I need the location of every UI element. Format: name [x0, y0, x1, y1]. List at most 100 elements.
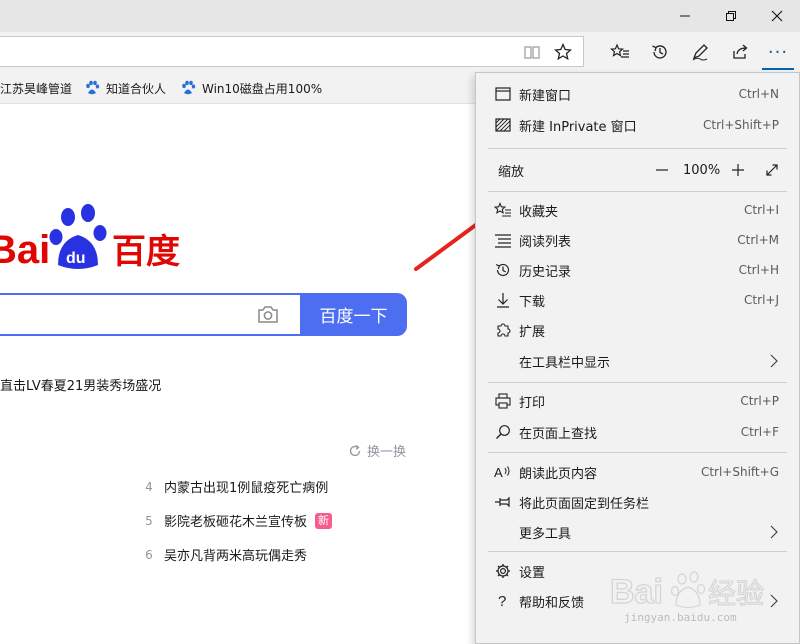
menu-shortcut: Ctrl+M — [737, 233, 779, 247]
menu-item-show-in-toolbar[interactable]: 在工具栏中显示 — [476, 346, 799, 376]
menu-divider — [488, 551, 787, 552]
menu-divider — [488, 191, 787, 192]
menu-label: 朗读此页内容 — [519, 466, 598, 482]
baidu-logo[interactable]: Bai du 百度 — [0, 197, 188, 277]
reading-view-icon — [524, 46, 540, 59]
svg-text:A: A — [494, 465, 503, 480]
read-aloud-icon: A — [494, 465, 510, 480]
close-icon — [771, 10, 783, 22]
hot-rank: 5 — [145, 513, 153, 528]
menu-item-favorites[interactable]: 收藏夹 Ctrl+I — [476, 195, 799, 225]
svg-text:Bai: Bai — [610, 573, 663, 611]
menu-item-extensions[interactable]: 扩展 — [476, 315, 799, 345]
menu-shortcut: Ctrl+H — [738, 263, 779, 277]
history-icon — [652, 45, 667, 59]
printer-icon — [495, 393, 511, 409]
restore-button[interactable] — [708, 0, 754, 32]
baidu-jingyan-watermark: Bai 经验 — [610, 571, 765, 612]
menu-label: 下载 — [519, 294, 546, 310]
favorites-list-icon — [494, 202, 511, 217]
menu-item-find-on-page[interactable]: 在页面上查找 Ctrl+F — [476, 417, 799, 447]
settings-more-menu: 新建窗口 Ctrl+N 新建 InPrivate 窗口 Ctrl+Shift+P… — [475, 72, 800, 644]
favorite-link[interactable]: 知道合伙人 — [84, 72, 166, 104]
hot-rank: 6 — [145, 547, 153, 562]
svg-text:?: ? — [498, 593, 506, 609]
menu-label: 历史记录 — [519, 264, 572, 280]
hot-title: 内蒙古出现1例鼠疫死亡病例 — [164, 481, 329, 496]
favorite-label: 江苏昊峰管道 — [0, 81, 73, 96]
new-badge: 新 — [315, 512, 333, 529]
menu-item-history[interactable]: 历史记录 Ctrl+H — [476, 255, 799, 285]
svg-text:经验: 经验 — [708, 577, 764, 610]
menu-item-reading-list[interactable]: 阅读列表 Ctrl+M — [476, 225, 799, 255]
menu-label: 更多工具 — [519, 526, 572, 542]
help-icon: ? — [498, 593, 506, 609]
hot-title: 吴亦凡背两米高玩偶走秀 — [164, 549, 308, 564]
favorite-label: Win10磁盘占用100% — [202, 81, 323, 96]
minimize-icon — [680, 15, 690, 17]
menu-item-downloads[interactable]: 下载 Ctrl+J — [476, 285, 799, 315]
menu-item-read-aloud[interactable]: A 朗读此页内容 Ctrl+Shift+G — [476, 457, 799, 487]
svg-text:百度: 百度 — [112, 232, 180, 272]
chevron-right-icon — [770, 354, 778, 368]
svg-text:Bai: Bai — [0, 228, 50, 272]
menu-item-more-tools[interactable]: 更多工具 — [476, 517, 799, 547]
puzzle-icon — [497, 323, 511, 337]
menu-label: 扩展 — [519, 324, 546, 340]
favorites-hub-button[interactable] — [600, 32, 640, 72]
menu-shortcut: Ctrl+Shift+G — [700, 465, 779, 479]
address-bar[interactable] — [0, 36, 584, 67]
refresh-label: 换一换 — [367, 445, 407, 460]
reading-list-icon — [495, 234, 511, 248]
news-headline-link[interactable]: 直击LV春夏21男装秀场盛况 — [0, 375, 161, 394]
hot-list-item[interactable]: 4 内蒙古出现1例鼠疫死亡病例 — [142, 477, 329, 497]
menu-label: 在工具栏中显示 — [519, 355, 611, 371]
menu-item-new-window[interactable]: 新建窗口 Ctrl+N — [476, 79, 799, 109]
more-dots-icon: ··· — [767, 41, 789, 63]
baidu-search-button[interactable]: 百度一下 — [300, 293, 407, 336]
menu-label: 新建窗口 — [519, 88, 572, 104]
baidu-paw-icon — [86, 80, 100, 95]
chevron-right-icon — [770, 525, 778, 539]
hot-list-item[interactable]: 6 吴亦凡背两米高玩偶走秀 — [142, 545, 308, 565]
menu-label: 阅读列表 — [519, 234, 572, 250]
zoom-out-icon[interactable] — [654, 162, 670, 178]
share-icon — [733, 44, 748, 59]
favorites-list-icon — [610, 43, 629, 58]
menu-item-print[interactable]: 打印 Ctrl+P — [476, 386, 799, 416]
menu-item-new-inprivate[interactable]: 新建 InPrivate 窗口 Ctrl+Shift+P — [476, 110, 799, 140]
close-button[interactable] — [754, 0, 800, 32]
star-icon — [554, 43, 572, 61]
menu-label: 将此页面固定到任务栏 — [519, 496, 650, 512]
menu-shortcut: Ctrl+Shift+P — [703, 118, 779, 132]
web-note-button[interactable] — [680, 32, 720, 72]
menu-label: 设置 — [519, 565, 546, 581]
camera-icon[interactable] — [256, 303, 280, 325]
menu-item-pin-taskbar[interactable]: 将此页面固定到任务栏 — [476, 487, 799, 517]
refresh-hot-button[interactable]: 换一换 — [348, 441, 406, 460]
zoom-level: 100% — [683, 162, 721, 178]
share-button[interactable] — [720, 32, 760, 72]
menu-shortcut: Ctrl+P — [740, 394, 779, 408]
restore-icon — [726, 11, 736, 21]
title-bar — [0, 0, 800, 32]
pen-icon — [692, 44, 708, 61]
inprivate-icon — [495, 118, 511, 132]
hot-list-item[interactable]: 5 影院老板砸花木兰宣传板 新 — [142, 511, 333, 530]
minimize-button[interactable] — [662, 0, 708, 32]
favorite-link[interactable]: 江苏昊峰管道 — [0, 72, 72, 104]
history-button[interactable] — [640, 32, 680, 72]
menu-divider — [488, 382, 787, 383]
gear-icon — [496, 564, 510, 578]
fullscreen-icon[interactable] — [764, 162, 780, 178]
add-favorite-button[interactable] — [543, 32, 583, 72]
menu-label: 在页面上查找 — [519, 426, 598, 442]
new-window-icon — [495, 87, 511, 101]
zoom-in-icon[interactable] — [730, 162, 746, 178]
refresh-icon — [349, 444, 361, 456]
hot-rank: 4 — [145, 479, 153, 494]
favorite-link[interactable]: Win10磁盘占用100% — [180, 72, 322, 104]
menu-label: 缩放 — [498, 164, 525, 180]
settings-more-button[interactable]: ··· — [758, 32, 798, 72]
browser-toolbar: ··· — [0, 32, 800, 72]
